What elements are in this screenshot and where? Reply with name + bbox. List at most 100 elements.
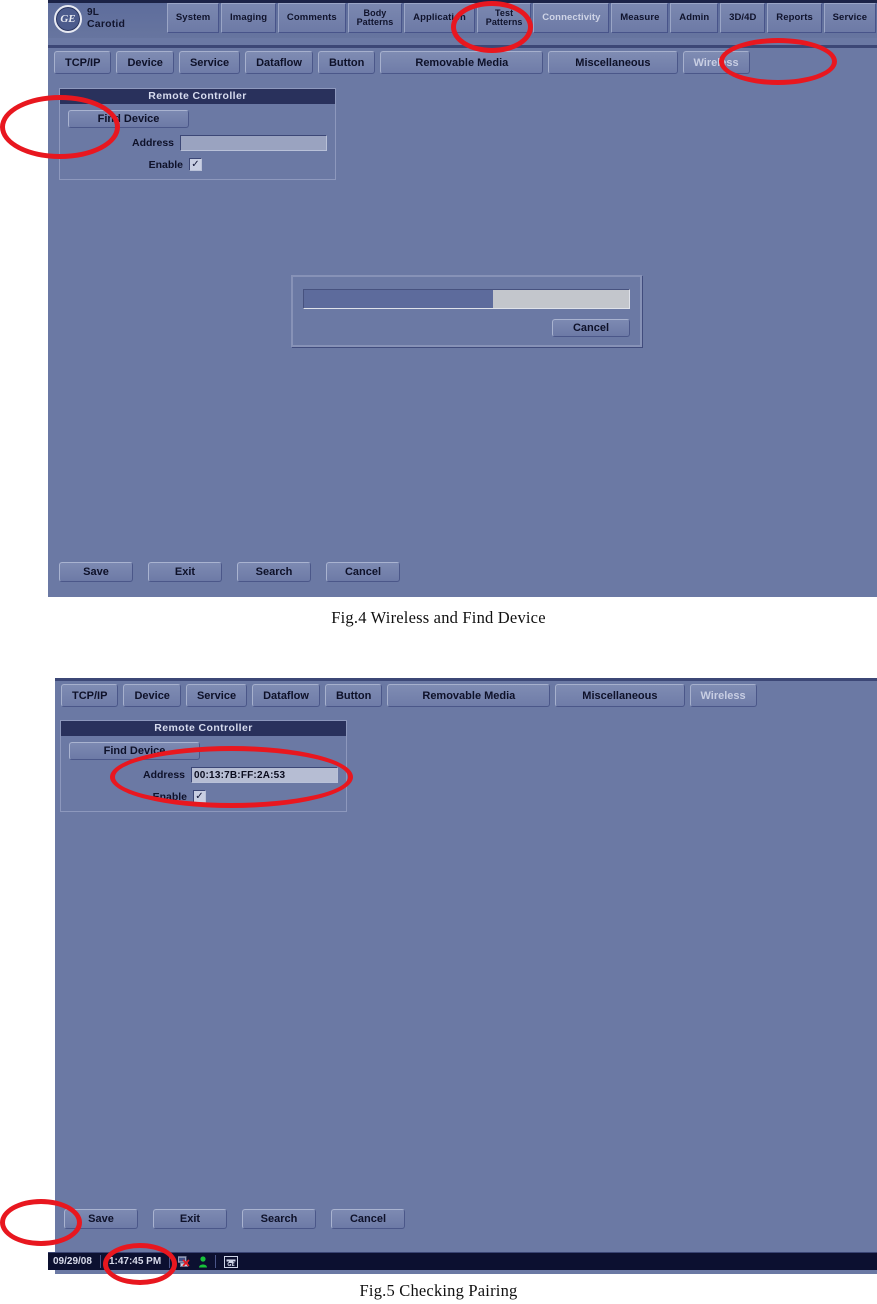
save-button[interactable]: Save: [64, 1209, 138, 1229]
tab-tcp-ip[interactable]: TCP/IP: [61, 684, 119, 707]
enable-checkbox[interactable]: ✓: [189, 158, 202, 171]
tab-service[interactable]: Service: [178, 51, 241, 74]
status-divider: [99, 1255, 101, 1268]
tab-label: Service: [196, 689, 237, 702]
figure5-screenshot: TCP/IP Device Service Dataflow Button Removab…: [0, 678, 877, 1285]
fig5-status-bar: 09/29/08 1:47:45 PM GE: [48, 1252, 877, 1270]
tab-button[interactable]: Button: [324, 684, 383, 707]
tab-label: Removable Media: [422, 689, 516, 702]
tab-label: Dataflow: [263, 689, 309, 702]
menu-item-label: Imaging: [230, 12, 268, 24]
menu-item-measure[interactable]: Measure: [611, 3, 669, 33]
search-button[interactable]: Search: [237, 562, 311, 582]
menu-item-application[interactable]: Application: [404, 3, 475, 33]
tab-label: TCP/IP: [72, 689, 108, 702]
menu-item-label: Reports: [776, 12, 813, 24]
ge-logo-icon: GE: [54, 5, 82, 33]
cancel-button[interactable]: Cancel: [331, 1209, 405, 1229]
fig4-remote-controller-panel: Remote Controller Find Device Address En…: [59, 88, 336, 180]
find-device-progress-dialog: Cancel: [291, 275, 642, 347]
enable-label: Enable: [148, 158, 183, 171]
status-clock: 1:47:45 PM: [108, 1256, 162, 1267]
menu-item-service[interactable]: Service: [823, 3, 877, 33]
network-disconnected-icon[interactable]: [177, 1256, 190, 1267]
menu-item-imaging[interactable]: Imaging: [221, 3, 277, 33]
menu-item-admin[interactable]: Admin: [670, 3, 719, 33]
progress-bar-fill: [304, 290, 493, 308]
tab-miscellaneous[interactable]: Miscellaneous: [555, 684, 685, 707]
address-label: Address: [142, 769, 185, 781]
tab-service[interactable]: Service: [185, 684, 248, 707]
document-page: GE 9L Carotid System Imaging Comments Body …: [0, 0, 877, 1304]
enable-checkbox[interactable]: ✓: [193, 790, 206, 803]
status-divider: [169, 1255, 171, 1268]
progress-cancel-button[interactable]: Cancel: [552, 319, 630, 337]
menu-item-label: 3D/4D: [729, 12, 757, 24]
fig5-tab-bar: TCP/IP Device Service Dataflow Button Removab…: [55, 678, 877, 710]
tab-removable-media[interactable]: Removable Media: [387, 684, 551, 707]
menu-item-3d/4d[interactable]: 3D/4D: [720, 3, 766, 33]
tab-dataflow[interactable]: Dataflow: [245, 51, 313, 74]
address-input[interactable]: 00:13:7B:FF:2A:53: [191, 767, 338, 783]
tab-label: Dataflow: [256, 56, 302, 69]
menu-item-body-patterns[interactable]: Body Patterns: [347, 3, 403, 33]
tab-wireless[interactable]: Wireless: [682, 51, 750, 74]
menu-item-label: Measure: [620, 12, 660, 24]
find-device-button[interactable]: Find Device: [68, 110, 189, 128]
fig4-menu-items: System Imaging Comments Body Patterns Applic…: [166, 0, 877, 38]
tab-label: Removable Media: [415, 56, 509, 69]
menu-item-reports[interactable]: Reports: [767, 3, 822, 33]
status-divider: [215, 1255, 217, 1268]
figure5-caption: Fig.5 Checking Pairing: [359, 1281, 518, 1300]
tab-label: Wireless: [700, 689, 746, 702]
tab-label: Wireless: [693, 56, 739, 69]
tab-device[interactable]: Device: [116, 51, 174, 74]
tab-miscellaneous[interactable]: Miscellaneous: [548, 51, 678, 74]
fig5-action-button-bar: Save Exit Search Cancel: [64, 1209, 405, 1229]
operator-icon[interactable]: [198, 1255, 208, 1268]
save-button[interactable]: Save: [59, 562, 133, 582]
ge-phone-icon[interactable]: GE: [224, 1255, 239, 1268]
tab-label: Device: [134, 689, 170, 702]
address-input[interactable]: [180, 135, 327, 151]
tab-dataflow[interactable]: Dataflow: [252, 684, 320, 707]
menu-item-label: Service: [832, 12, 868, 24]
progress-bar: [303, 289, 630, 309]
tab-label: Service: [189, 56, 230, 69]
fig5-remote-controller-panel: Remote Controller Find Device Address 00…: [60, 720, 347, 812]
menu-item-label: System: [175, 12, 211, 24]
svg-text:GE: GE: [227, 1262, 235, 1268]
tab-tcp-ip[interactable]: TCP/IP: [54, 51, 112, 74]
probe-indicator[interactable]: GE 9L Carotid: [48, 0, 166, 38]
fig4-tab-bar: TCP/IP Device Service Dataflow Button Removab…: [48, 45, 877, 77]
search-button[interactable]: Search: [242, 1209, 316, 1229]
find-device-button[interactable]: Find Device: [69, 742, 200, 760]
fig4-action-button-bar: Save Exit Search Cancel: [59, 562, 400, 582]
cancel-button[interactable]: Cancel: [326, 562, 400, 582]
probe-preset: Carotid: [87, 17, 126, 30]
menu-item-comments[interactable]: Comments: [278, 3, 346, 33]
tab-label: TCP/IP: [65, 56, 101, 69]
menu-item-label: Admin: [679, 12, 710, 24]
tab-device[interactable]: Device: [123, 684, 181, 707]
exit-button[interactable]: Exit: [153, 1209, 227, 1229]
menu-item-test-patterns[interactable]: Test Patterns: [476, 3, 532, 33]
tab-button[interactable]: Button: [317, 51, 376, 74]
tab-removable-media[interactable]: Removable Media: [380, 51, 544, 74]
panel-title: Remote Controller: [60, 89, 335, 104]
tab-label: Miscellaneous: [575, 56, 651, 69]
menu-item-label: Application: [413, 12, 466, 24]
status-date: 09/29/08: [53, 1256, 92, 1267]
exit-button[interactable]: Exit: [148, 562, 222, 582]
fig4-top-menu-bar: GE 9L Carotid System Imaging Comments Body …: [48, 0, 877, 38]
menu-item-connectivity[interactable]: Connectivity: [533, 3, 610, 33]
menu-item-label: Comments: [286, 12, 337, 24]
menu-item-system[interactable]: System: [167, 3, 220, 33]
panel-title: Remote Controller: [61, 721, 346, 736]
enable-label: Enable: [152, 790, 187, 803]
menu-item-label: Connectivity: [542, 12, 601, 24]
tab-wireless[interactable]: Wireless: [689, 684, 757, 707]
figure4-screenshot: GE 9L Carotid System Imaging Comments Body …: [0, 0, 877, 597]
tab-label: Device: [127, 56, 163, 69]
tab-label: Button: [335, 689, 372, 702]
